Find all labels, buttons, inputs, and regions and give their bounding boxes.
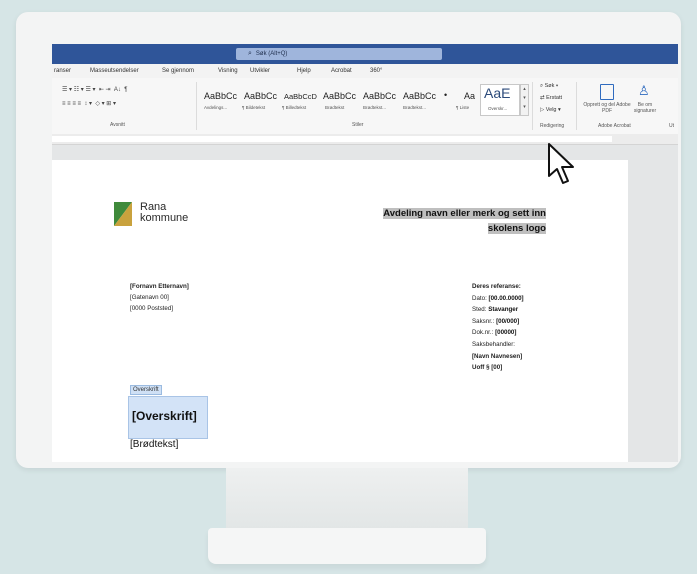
tab-utvikler[interactable]: Utvikler [250,68,270,74]
style-name: Brødtekst... [363,105,387,110]
style-sample[interactable]: AaBbCc [323,91,356,101]
logo-text: Rana kommune [140,202,188,224]
ref-handler-label: Saksbehandler: [472,340,515,348]
group-label-stiler: Stiler [352,122,364,128]
recipient-street: [Gatenavn 00] [130,294,169,301]
signature-icon: ♙ [638,83,650,98]
reference-block: Deres referanse: Dato: [00.00.0000] Sted… [472,281,524,374]
style-name: ¶ Bildetekst [242,105,266,110]
style-name: ¶ Liste [456,105,470,110]
document-page[interactable]: Rana kommune Avdeling navn eller merk og… [52,160,628,462]
header-placeholder-line-1: Avdeling navn eller merk og sett inn [383,208,546,219]
tab-360[interactable]: 360° [370,68,382,74]
header-placeholder-line-2: skolens logo [487,223,546,234]
ref-date: Dato: [00.00.0000] [472,294,524,302]
style-name: Brødtekst [325,105,345,110]
tab-masseutsendelser[interactable]: Masseutsendelser [90,68,139,74]
header-placeholder: Avdeling navn eller merk og sett inn sko… [342,206,546,236]
recipient-name: [Fornavn Etternavn] [130,283,189,290]
bullet-glyph: • [444,90,448,100]
create-pdf-icon [600,84,614,100]
ref-law: Uoff § [00] [472,364,503,372]
heading-text: [Overskrift] [132,409,197,423]
request-signatures-button[interactable]: Be om signaturer [628,102,662,114]
tab-ranser[interactable]: ranser [54,68,71,74]
tab-visning[interactable]: Visning [218,68,238,74]
style-name: ¶ Billedtekst [282,105,307,110]
style-name: Brødtekst... [403,105,427,110]
style-name: Overskr... [488,106,508,111]
tab-se-gjennom[interactable]: Se gjennom [162,68,194,74]
style-name: Avdelings... [204,105,228,110]
mouse-pointer-icon [548,143,574,184]
document-canvas: Rana kommune Avdeling navn eller merk og… [52,145,678,462]
divider [576,82,577,130]
tab-hjelp[interactable]: Hjelp [297,68,311,74]
list-buttons-row1[interactable]: ☰ ▾ ☷ ▾ ☰ ▾ ⇤ ⇥ A↓ ¶ [62,86,127,93]
search-box[interactable]: ⌕ Søk (Alt+Q) [236,48,442,60]
ribbon: ☰ ▾ ☷ ▾ ☰ ▾ ⇤ ⇥ A↓ ¶ ≡ ≡ ≡ ≡ ↕ ▾ ◇ ▾ ⊞ ▾… [52,78,678,135]
rana-logo-icon [114,202,132,226]
logo-line-2: kommune [140,212,189,224]
style-sample[interactable]: AaBbCc [403,91,436,101]
style-sample: AaE [484,85,511,101]
horizontal-ruler[interactable] [52,134,678,145]
heading-content-control[interactable]: [Overskrift] [128,396,208,439]
body-text-placeholder[interactable]: [Brødtekst] [130,439,178,450]
search-button[interactable]: ⌕ Søk ▾ [540,83,558,90]
reference-title: Deres referanse: [472,283,521,290]
ribbon-tabs: ranser Masseutsendelser Se gjennom Visni… [52,64,678,78]
group-label-adobe: Adobe Acrobat [598,123,631,129]
title-bar: ⌕ Søk (Alt+Q) [52,44,678,64]
gallery-scroll[interactable]: ▴ ▾ ▾ [520,84,529,116]
tab-acrobat[interactable]: Acrobat [331,68,352,74]
monitor-stand-base [208,528,486,564]
select-button[interactable]: ▷ Velg ▾ [540,107,561,113]
align-buttons-row2[interactable]: ≡ ≡ ≡ ≡ ↕ ▾ ◇ ▾ ⊞ ▾ [62,100,116,107]
style-sample[interactable]: AaBbCc [244,91,277,101]
ref-place: Sted: Stavanger [472,306,519,314]
monitor-bezel: ⌕ Søk (Alt+Q) ranser Masseutsendelser Se… [16,12,681,468]
group-label-ut: Ut [669,123,674,129]
create-pdf-button[interactable]: Opprett og del Adobe PDF [582,102,632,114]
style-sample[interactable]: AaBbCc [204,91,237,101]
recipient-address: [Fornavn Etternavn] [Gatenavn 00] [0000 … [130,281,189,314]
monitor-stand-neck [226,468,468,530]
ref-doc: Dok.nr.: [00000] [472,329,517,337]
style-sample[interactable]: AaBbCcD [284,92,317,101]
style-sample[interactable]: AaBbCc [363,91,396,101]
recipient-postal: [0000 Poststed] [130,305,173,312]
ruler-track [52,136,612,142]
search-icon: ⌕ [248,50,252,57]
content-control-tag[interactable]: Overskrift [130,385,162,395]
divider [532,82,533,130]
replace-button[interactable]: ⇄ Erstatt [540,95,562,101]
search-placeholder: Søk (Alt+Q) [255,51,288,57]
style-sample[interactable]: Aa [464,91,475,101]
ref-handler-value: [Navn Navnesen] [472,352,523,360]
group-label-avsnitt: Avsnitt [110,122,125,128]
word-window: ⌕ Søk (Alt+Q) ranser Masseutsendelser Se… [52,44,678,462]
group-label-redigering: Redigering [540,123,565,129]
ref-case: Saksnr.: [00/000] [472,317,520,325]
divider [196,82,197,130]
style-selected-box[interactable]: AaE Overskr... [480,84,520,116]
